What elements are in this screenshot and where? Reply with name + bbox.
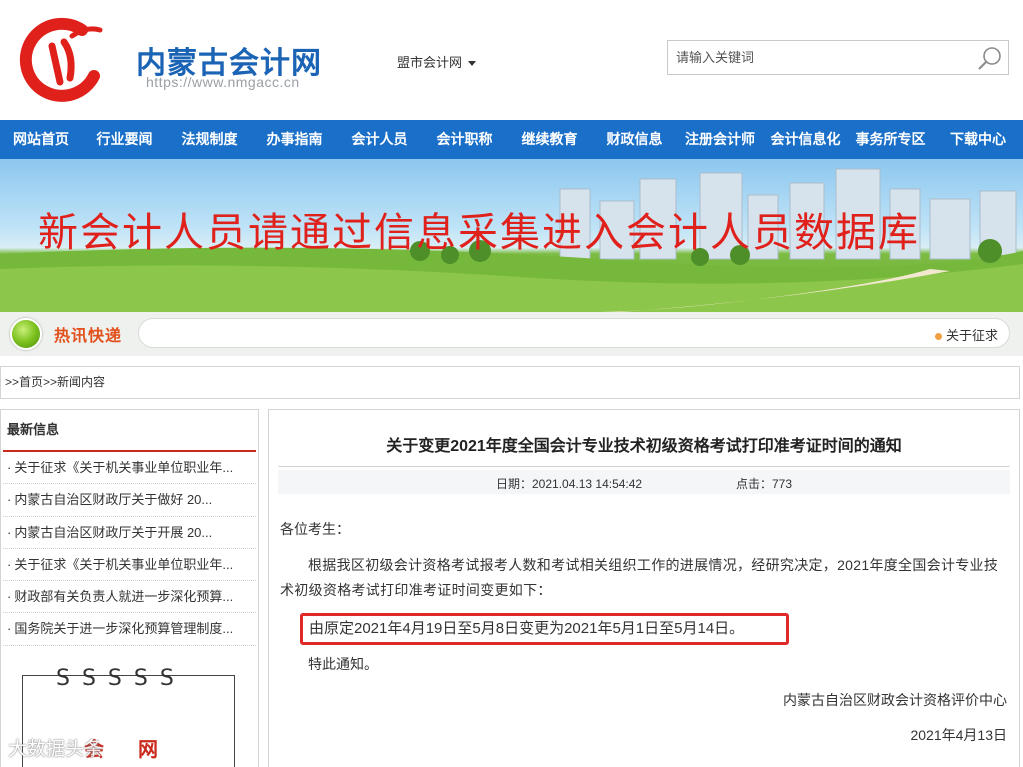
city-site-label: 盟市会计网: [397, 55, 463, 70]
article-date: 日期：2021.04.13 14:54:42: [496, 477, 643, 491]
article-greeting: 各位考生：: [280, 521, 350, 537]
city-site-dropdown[interactable]: 盟市会计网: [397, 52, 477, 71]
nav-item-downloads[interactable]: 下载中心: [933, 120, 1023, 159]
breadcrumb-separator: >>: [43, 375, 58, 389]
breadcrumb: >>首页>>新闻内容: [0, 366, 1020, 399]
notebook-rings-icon: SSSSS: [56, 666, 186, 691]
site-logo-icon[interactable]: [12, 16, 104, 102]
article-closing: 特此通知。: [308, 656, 378, 672]
ticker-news-text: 关于征求: [946, 328, 999, 343]
breadcrumb-current: 新闻内容: [57, 375, 106, 389]
nav-item-accountants[interactable]: 会计人员: [337, 120, 422, 159]
watermark: 大数据头条: [8, 734, 103, 761]
watermark-text: 大数据头条: [8, 739, 104, 760]
breadcrumb-prefix: >>: [5, 375, 20, 389]
search-input[interactable]: [668, 41, 958, 74]
sidebar-news-item[interactable]: 关于征求《关于机关事业单位职业年...: [3, 549, 256, 582]
breadcrumb-home-link[interactable]: 首页: [19, 375, 43, 389]
latest-news-list: 关于征求《关于机关事业单位职业年... 内蒙古自治区财政厅关于做好 20... …: [1, 452, 258, 646]
nav-item-informatization[interactable]: 会计信息化: [763, 120, 848, 159]
article-views: 点击：773: [736, 477, 793, 491]
banner-headline: 新会计人员请通过信息采集进入会计人员数据库: [38, 210, 920, 256]
article-change-notice: 由原定2021年4月19日至5月8日变更为2021年5月1日至5月14日。: [309, 620, 745, 637]
article-body: 根据我区初级会计资格考试报考人数和考试相关组织工作的进展情况，经研究决定，202…: [280, 557, 999, 598]
ticker-bulb-icon: [10, 318, 42, 350]
search-icon[interactable]: [976, 45, 1004, 71]
nav-item-industry-news[interactable]: 行业要闻: [82, 120, 167, 159]
article-meta-bar: [278, 470, 1010, 494]
chevron-down-icon: [468, 61, 477, 67]
sidebar-news-item[interactable]: 内蒙古自治区财政厅关于做好 20...: [3, 484, 256, 517]
article-signature-org: 内蒙古自治区财政会计资格评价中心: [783, 692, 1007, 708]
bullet-dot-icon: [935, 333, 942, 341]
sidebar-news-item[interactable]: 关于征求《关于机关事业单位职业年...: [3, 452, 256, 485]
nav-item-firms[interactable]: 事务所专区: [848, 120, 933, 159]
site-url: https://www.nmgacc.cn: [146, 74, 300, 90]
sidebar-news-item[interactable]: 内蒙古自治区财政厅关于开展 20...: [3, 517, 256, 549]
nav-item-regulations[interactable]: 法规制度: [167, 120, 252, 159]
nav-item-guide[interactable]: 办事指南: [252, 120, 337, 159]
nav-item-finance-info[interactable]: 财政信息: [592, 120, 677, 159]
nav-item-home[interactable]: 网站首页: [0, 120, 82, 159]
nav-item-continuing-education[interactable]: 继续教育: [507, 120, 592, 159]
divider: [278, 466, 1010, 467]
ticker-news-item[interactable]: 关于征求: [935, 325, 998, 344]
sidebar-title: 最新信息: [3, 410, 256, 452]
main-nav: 网站首页 行业要闻 法规制度 办事指南 会计人员 会计职称 继续教育 财政信息 …: [0, 120, 1023, 159]
sidebar-news-item[interactable]: 国务院关于进一步深化预算管理制度...: [3, 613, 256, 646]
ticker-label: 热讯快递: [54, 328, 123, 345]
search-box: [667, 40, 1009, 75]
nav-item-cpa[interactable]: 注册会计师: [677, 120, 763, 159]
sidebar-news-item[interactable]: 财政部有关负责人就进一步深化预算...: [3, 581, 256, 614]
article-title: 关于变更2021年度全国会计专业技术初级资格考试打印准考证时间的通知: [386, 438, 902, 455]
article-signature-date: 2021年4月13日: [910, 727, 1007, 743]
ticker-scroll-bar: 关于征求: [138, 318, 1010, 348]
site-header: 内蒙古会计网 https://www.nmgacc.cn 盟市会计网: [0, 0, 1023, 120]
nav-item-titles[interactable]: 会计职称: [422, 120, 507, 159]
